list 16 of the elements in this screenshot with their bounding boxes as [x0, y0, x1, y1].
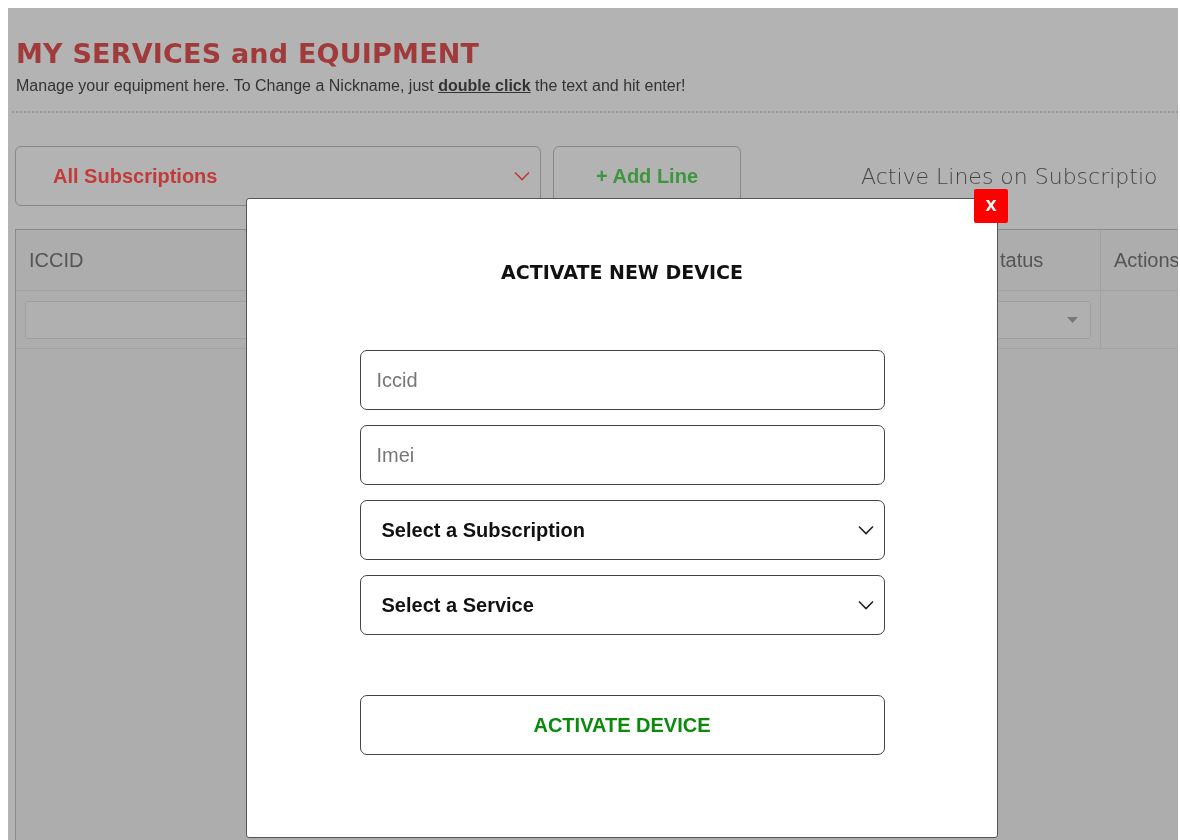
input-field[interactable]: Imei	[359, 425, 885, 485]
input-field[interactable]: Iccid	[359, 350, 885, 410]
column-header: Actions	[1101, 230, 1178, 291]
double-click-link[interactable]: double click	[438, 77, 531, 94]
chevron-down-icon	[857, 525, 874, 535]
activate-device-button[interactable]: ACTIVATE DEVICE	[359, 695, 885, 755]
instructions-text: Manage your equipment here. To Change a Nickname, just double click the text and hit enter!	[16, 77, 687, 95]
active-lines-label: Active Lines on Subscriptio	[861, 163, 1158, 189]
chevron-down-icon	[857, 600, 874, 610]
select-dropdown[interactable]: Select a Service	[359, 575, 885, 635]
dialog-title: ACTIVATE NEW DEVICE	[500, 261, 744, 283]
select-dropdown[interactable]: Select a Subscription	[359, 500, 885, 560]
chevron-down-icon	[514, 171, 530, 181]
page-title: MY SERVICES and EQUIPMENT	[16, 38, 481, 69]
caret-icon	[1067, 316, 1078, 323]
close-button[interactable]: x	[974, 189, 1008, 223]
